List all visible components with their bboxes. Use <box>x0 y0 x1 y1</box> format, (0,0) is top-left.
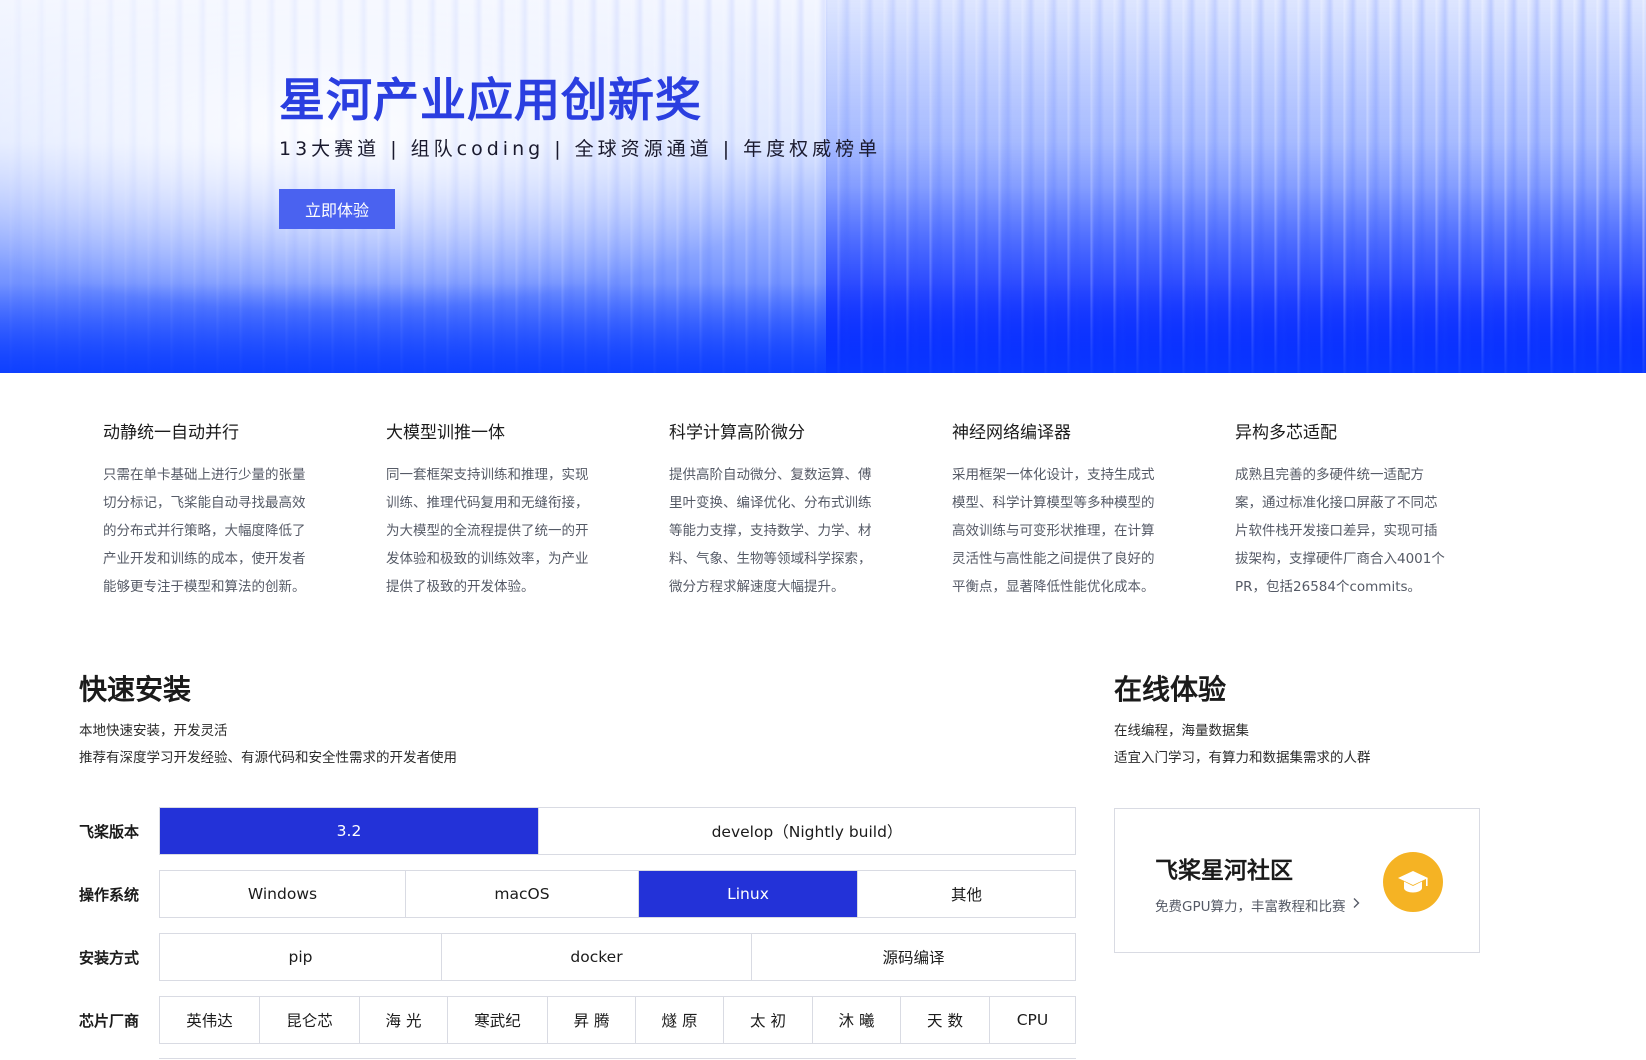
quick-install-line: 推荐有深度学习开发经验、有源代码和安全性需求的开发者使用 <box>79 750 457 766</box>
feature-desc-line: 发体验和极致的训练效率，为产业 <box>386 551 589 567</box>
feature-title: 神经网络编译器 <box>952 423 1071 443</box>
os-option-other[interactable]: 其他 <box>858 871 1075 917</box>
feature-desc-line: 成熟且完善的多硬件统一适配方 <box>1235 467 1424 483</box>
feature-title: 科学计算高阶微分 <box>669 423 805 443</box>
feature-card: 大模型训推一体 同一套框架支持训练和推理，实现 训练、推理代码复用和无缝衔接， … <box>386 418 606 601</box>
feature-description: 成熟且完善的多硬件统一适配方 案，通过标准化接口屏蔽了不同芯 片软件栈开发接口差… <box>1235 461 1455 601</box>
feature-desc-line: 高效训练与可变形状推理，在计算 <box>952 523 1155 539</box>
feature-card: 异构多芯适配 成熟且完善的多硬件统一适配方 案，通过标准化接口屏蔽了不同芯 片软… <box>1235 418 1455 601</box>
feature-description: 同一套框架支持训练和推理，实现 训练、推理代码复用和无缝衔接， 为大模型的全流程… <box>386 461 606 601</box>
feature-desc-line: PR，包括26584个commits。 <box>1235 579 1422 595</box>
hero-bottom-fade <box>0 283 1646 373</box>
os-row-label: 操作系统 <box>79 886 140 904</box>
chip-option-cpu[interactable]: CPU <box>990 997 1075 1043</box>
graduation-cap-icon <box>1383 852 1443 912</box>
os-selector: Windows macOS Linux 其他 <box>159 870 1076 918</box>
method-option-source[interactable]: 源码编译 <box>752 934 1075 980</box>
feature-desc-line: 采用框架一体化设计，支持生成式 <box>952 467 1155 483</box>
card-subtitle: 免费GPU算力，丰富教程和比赛 <box>1155 899 1346 915</box>
chip-vendor-selector: 英伟达 昆仑芯 海 光 寒武纪 昇 腾 燧 原 太 初 沐 曦 天 数 CPU <box>159 996 1076 1044</box>
feature-desc-line: 料、气象、生物等领域科学探索， <box>669 551 872 567</box>
chip-option-tecorigin[interactable]: 太 初 <box>724 997 813 1043</box>
feature-card: 神经网络编译器 采用框架一体化设计，支持生成式 模型、科学计算模型等多种模型的 … <box>952 418 1172 601</box>
hero-title: 星河产业应用创新奖 <box>279 73 702 127</box>
feature-desc-line: 灵活性与高性能之间提供了良好的 <box>952 551 1155 567</box>
next-row-border <box>159 1058 1076 1059</box>
online-experience-title: 在线体验 <box>1114 673 1227 706</box>
feature-desc-line: 片软件栈开发接口差异，实现可插 <box>1235 523 1438 539</box>
feature-desc-line: 为大模型的全流程提供了统一的开 <box>386 523 589 539</box>
chip-option-hygon[interactable]: 海 光 <box>360 997 448 1043</box>
chip-option-iluvatar[interactable]: 天 数 <box>901 997 990 1043</box>
feature-title: 异构多芯适配 <box>1235 423 1337 443</box>
os-option-linux[interactable]: Linux <box>639 871 858 917</box>
method-row-label: 安装方式 <box>79 949 140 967</box>
version-row-label: 飞桨版本 <box>79 823 140 841</box>
quick-install-description: 本地快速安装，开发灵活 推荐有深度学习开发经验、有源代码和安全性需求的开发者使用 <box>79 718 457 772</box>
try-now-button[interactable]: 立即体验 <box>279 189 395 229</box>
feature-desc-line: 模型、科学计算模型等多种模型的 <box>952 495 1155 511</box>
chip-option-ascend[interactable]: 昇 腾 <box>548 997 636 1043</box>
feature-desc-line: 拔架构，支撑硬件厂商合入4001个 <box>1235 551 1445 567</box>
version-option-3-2[interactable]: 3.2 <box>160 808 539 854</box>
chip-option-nvidia[interactable]: 英伟达 <box>160 997 260 1043</box>
feature-desc-line: 切分标记，飞桨能自动寻找最高效 <box>103 495 306 511</box>
feature-desc-line: 微分方程求解速度大幅提升。 <box>669 579 845 595</box>
feature-desc-line: 案，通过标准化接口屏蔽了不同芯 <box>1235 495 1438 511</box>
feature-title: 大模型训推一体 <box>386 423 505 443</box>
feature-card: 动静统一自动并行 只需在单卡基础上进行少量的张量 切分标记，飞桨能自动寻找最高效… <box>103 418 323 601</box>
version-selector: 3.2 develop（Nightly build） <box>159 807 1076 855</box>
chip-row-label: 芯片厂商 <box>79 1012 140 1030</box>
chevron-right-icon <box>1351 897 1361 913</box>
feature-desc-line: 提供了极致的开发体验。 <box>386 579 535 595</box>
hero-subtitle: 13大赛道 | 组队coding | 全球资源通道 | 年度权威榜单 <box>279 138 882 160</box>
install-method-selector: pip docker 源码编译 <box>159 933 1076 981</box>
feature-description: 提供高阶自动微分、复数运算、傅 里叶变换、编译优化、分布式训练 等能力支撑，支持… <box>669 461 889 601</box>
feature-desc-line: 只需在单卡基础上进行少量的张量 <box>103 467 306 483</box>
quick-install-line: 本地快速安装，开发灵活 <box>79 723 228 739</box>
feature-description: 只需在单卡基础上进行少量的张量 切分标记，飞桨能自动寻找最高效 的分布式并行策略… <box>103 461 323 601</box>
card-subtitle-link[interactable]: 免费GPU算力，丰富教程和比赛 <box>1155 895 1361 915</box>
feature-desc-line: 同一套框架支持训练和推理，实现 <box>386 467 589 483</box>
features-row: 动静统一自动并行 只需在单卡基础上进行少量的张量 切分标记，飞桨能自动寻找最高效… <box>103 418 1563 598</box>
feature-desc-line: 的分布式并行策略，大幅度降低了 <box>103 523 306 539</box>
method-option-docker[interactable]: docker <box>442 934 752 980</box>
feature-desc-line: 里叶变换、编译优化、分布式训练 <box>669 495 872 511</box>
online-line: 适宜入门学习，有算力和数据集需求的人群 <box>1114 750 1371 766</box>
os-option-macos[interactable]: macOS <box>406 871 639 917</box>
card-title: 飞桨星河社区 <box>1155 858 1293 884</box>
quick-install-title: 快速安装 <box>79 673 192 706</box>
version-option-develop[interactable]: develop（Nightly build） <box>539 808 1075 854</box>
online-experience-description: 在线编程，海量数据集 适宜入门学习，有算力和数据集需求的人群 <box>1114 718 1371 772</box>
method-option-pip[interactable]: pip <box>160 934 442 980</box>
os-option-windows[interactable]: Windows <box>160 871 406 917</box>
feature-title: 动静统一自动并行 <box>103 423 239 443</box>
online-line: 在线编程，海量数据集 <box>1114 723 1249 739</box>
feature-desc-line: 训练、推理代码复用和无缝衔接， <box>386 495 589 511</box>
hero-banner: 星河产业应用创新奖 13大赛道 | 组队coding | 全球资源通道 | 年度… <box>0 0 1646 373</box>
chip-option-cambricon[interactable]: 寒武纪 <box>448 997 548 1043</box>
feature-desc-line: 产业开发和训练的成本，使开发者 <box>103 551 306 567</box>
chip-option-enflame[interactable]: 燧 原 <box>636 997 724 1043</box>
feature-card: 科学计算高阶微分 提供高阶自动微分、复数运算、傅 里叶变换、编译优化、分布式训练… <box>669 418 889 601</box>
feature-desc-line: 能够更专注于模型和算法的创新。 <box>103 579 306 595</box>
chip-option-kunlunxin[interactable]: 昆仑芯 <box>260 997 360 1043</box>
feature-desc-line: 等能力支撑，支持数学、力学、材 <box>669 523 872 539</box>
feature-desc-line: 提供高阶自动微分、复数运算、傅 <box>669 467 872 483</box>
chip-option-metax[interactable]: 沐 曦 <box>813 997 901 1043</box>
aistudio-community-card[interactable]: 飞桨星河社区 免费GPU算力，丰富教程和比赛 <box>1114 808 1480 953</box>
feature-desc-line: 平衡点，显著降低性能优化成本。 <box>952 579 1155 595</box>
feature-description: 采用框架一体化设计，支持生成式 模型、科学计算模型等多种模型的 高效训练与可变形… <box>952 461 1172 601</box>
